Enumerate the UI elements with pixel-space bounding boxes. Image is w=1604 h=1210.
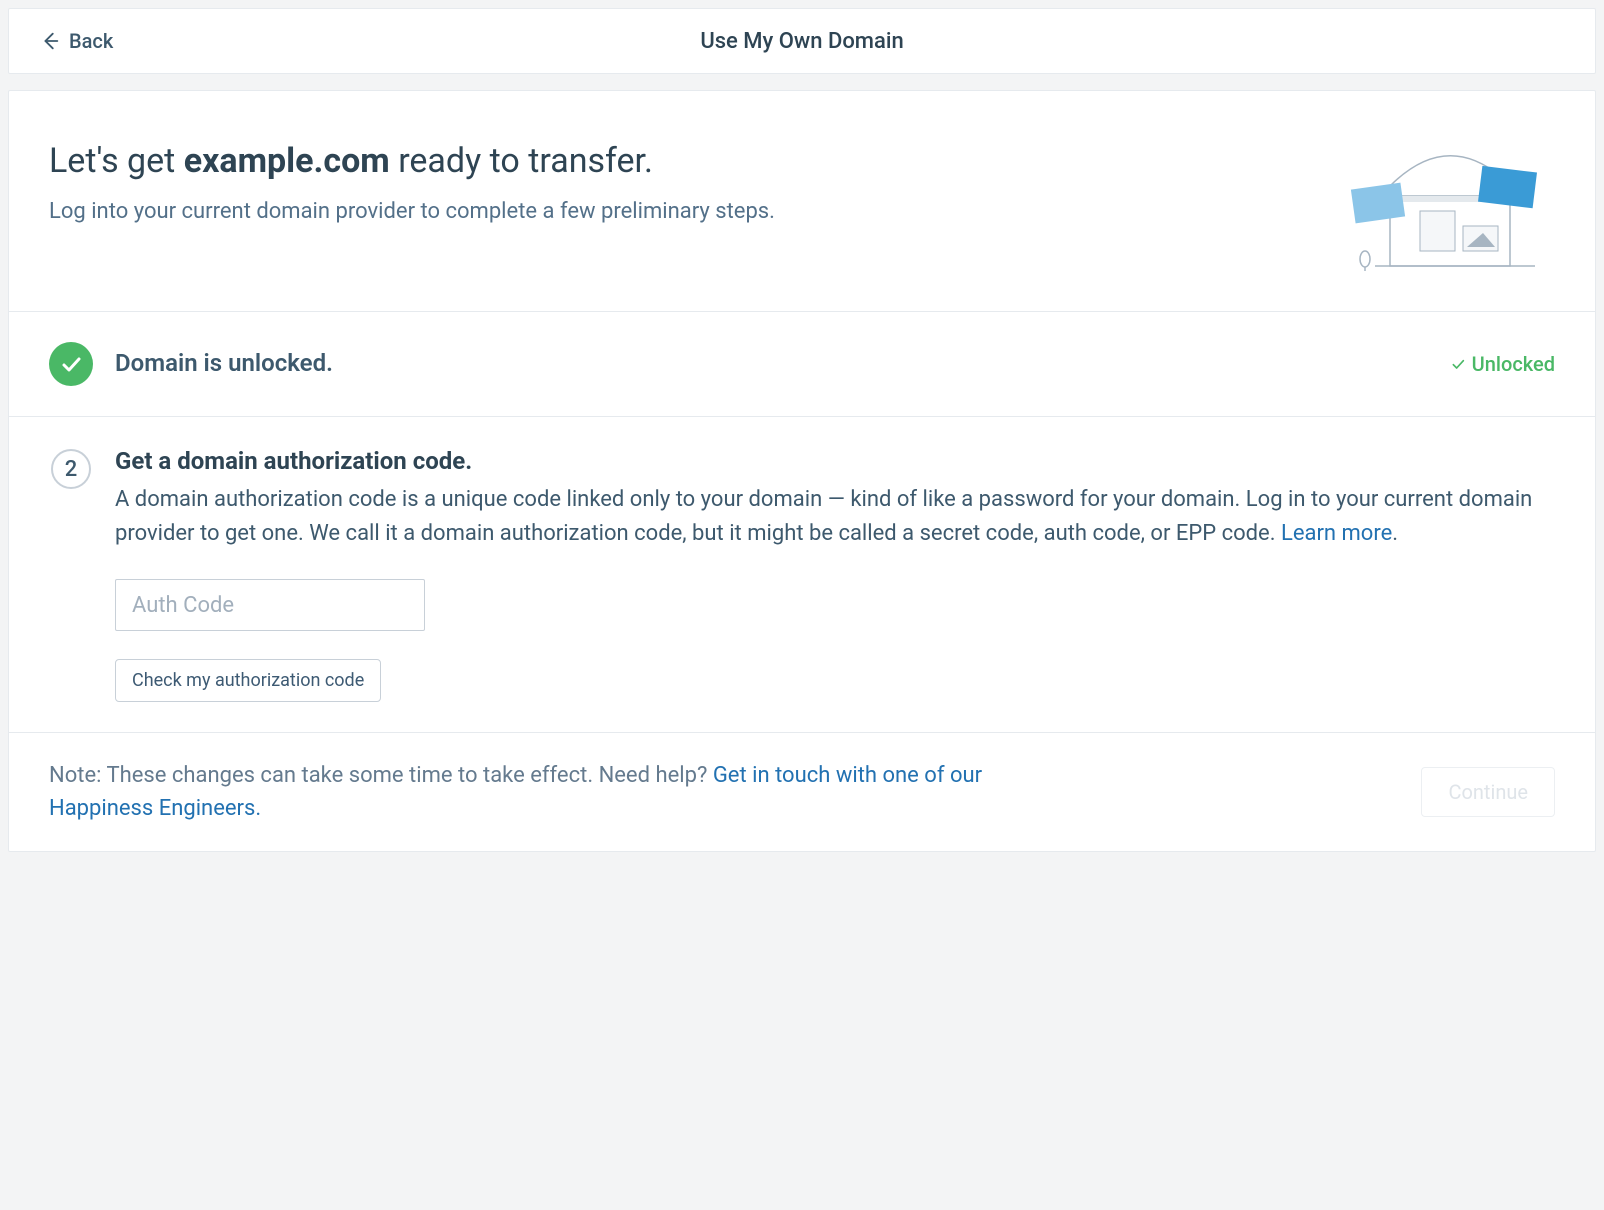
back-label: Back xyxy=(69,29,113,53)
step1-title: Domain is unlocked. xyxy=(115,349,1428,377)
intro-subtext: Log into your current domain provider to… xyxy=(49,199,775,224)
step-auth-code: 2 Get a domain authorization code. A dom… xyxy=(9,416,1595,732)
intro-section: Let's get example.com ready to transfer.… xyxy=(9,91,1595,311)
step2-desc-after: . xyxy=(1392,521,1398,546)
arrow-left-icon xyxy=(39,30,61,52)
continue-button[interactable]: Continue xyxy=(1421,767,1555,817)
mailbox-illustration xyxy=(1335,141,1555,271)
unlocked-badge: Unlocked xyxy=(1450,352,1555,376)
intro-heading: Let's get example.com ready to transfer. xyxy=(49,141,775,181)
intro-heading-pre: Let's get xyxy=(49,141,184,181)
intro-text: Let's get example.com ready to transfer.… xyxy=(49,141,775,224)
page-header: Back Use My Own Domain xyxy=(8,8,1596,74)
intro-heading-post: ready to transfer. xyxy=(390,141,653,181)
checkmark-icon xyxy=(1450,356,1466,372)
unlocked-badge-label: Unlocked xyxy=(1472,352,1555,376)
auth-code-input[interactable] xyxy=(115,579,425,631)
intro-domain: example.com xyxy=(184,141,390,181)
back-button[interactable]: Back xyxy=(39,29,113,53)
step2-title: Get a domain authorization code. xyxy=(115,447,1555,475)
step-unlock-domain: Domain is unlocked. Unlocked xyxy=(9,311,1595,416)
step2-number-wrap: 2 xyxy=(49,447,93,491)
footer-note: Note: These changes can take some time t… xyxy=(49,759,1039,825)
footer-note-text: Note: These changes can take some time t… xyxy=(49,763,713,788)
check-auth-code-button[interactable]: Check my authorization code xyxy=(115,659,381,702)
step1-status-icon xyxy=(49,342,93,386)
main-panel: Let's get example.com ready to transfer.… xyxy=(8,90,1596,852)
step2-description: A domain authorization code is a unique … xyxy=(115,483,1555,551)
learn-more-link[interactable]: Learn more xyxy=(1281,521,1392,546)
step-number-badge: 2 xyxy=(51,449,91,489)
page-title: Use My Own Domain xyxy=(9,29,1595,54)
footer: Note: These changes can take some time t… xyxy=(9,732,1595,851)
checkmark-circle-icon xyxy=(49,342,93,386)
